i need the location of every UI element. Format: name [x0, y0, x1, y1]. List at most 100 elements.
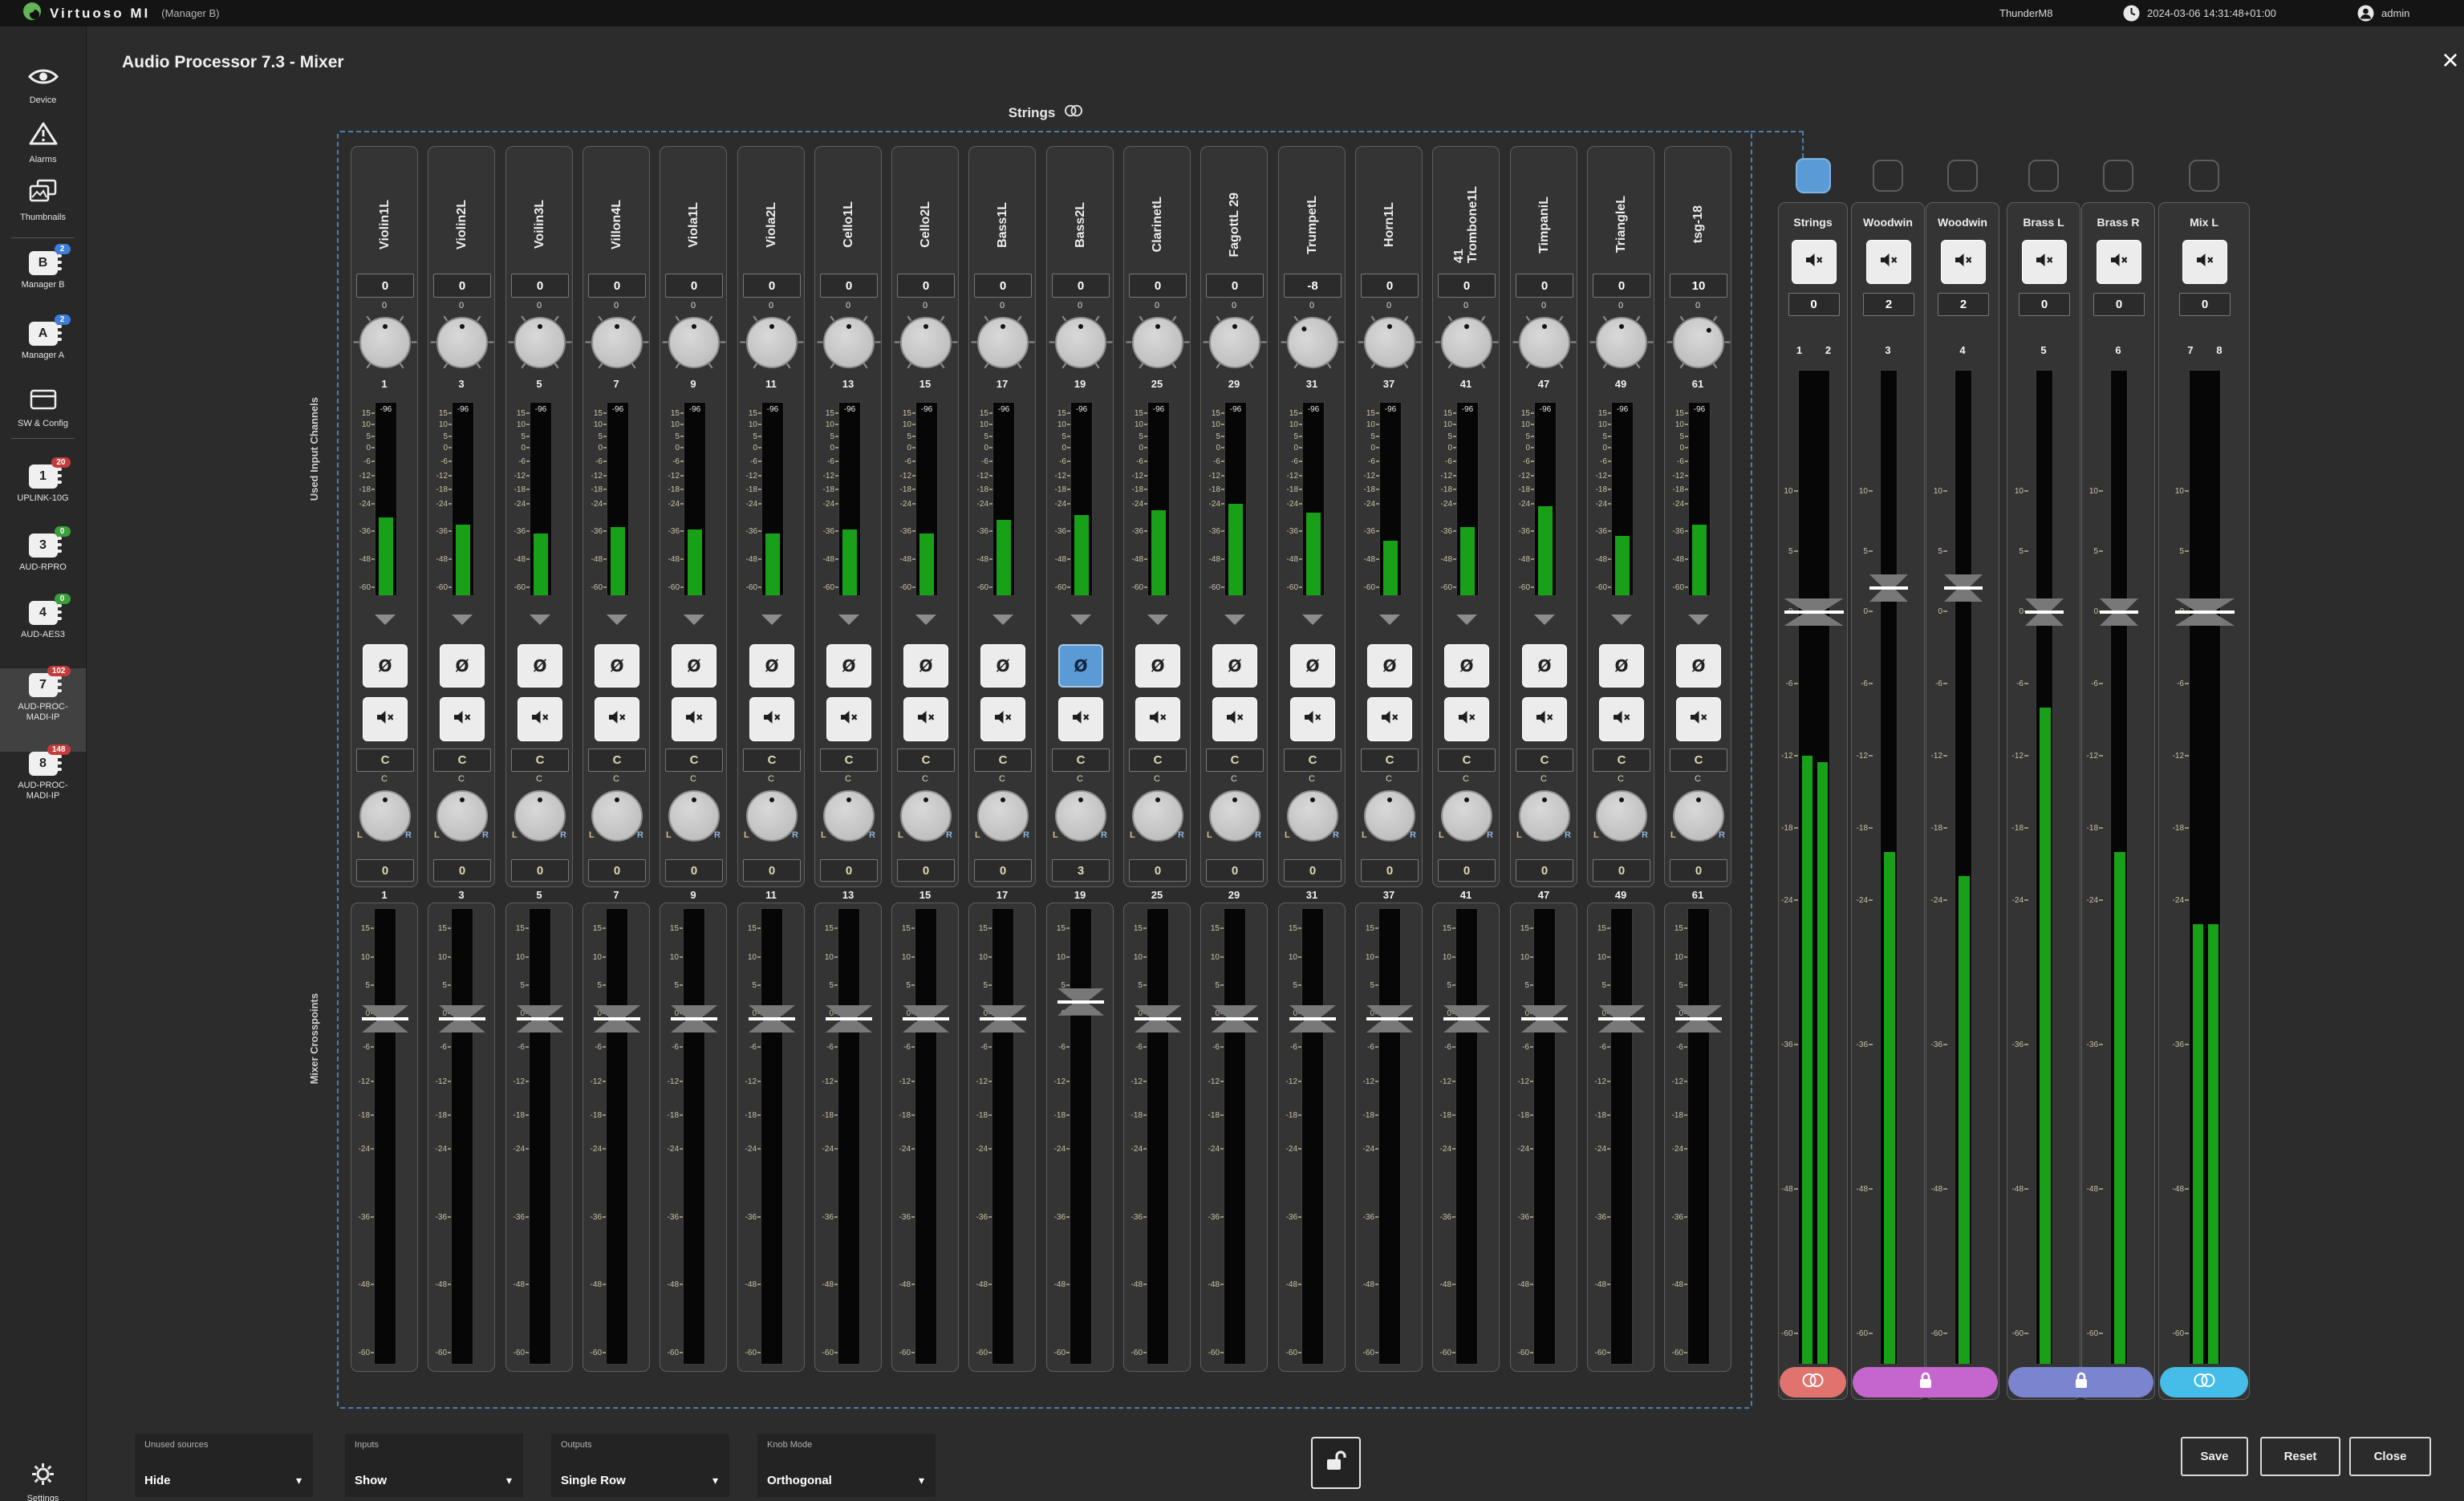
mute-button[interactable]: [1676, 697, 1721, 741]
crosspoint-gain-box[interactable]: 0: [1284, 859, 1342, 882]
gain-value-box[interactable]: 0: [588, 274, 646, 298]
mute-button[interactable]: [1135, 697, 1180, 741]
fader-track[interactable]: [992, 908, 1014, 1365]
mute-button[interactable]: [1941, 240, 1986, 284]
dropdown-unused-sources[interactable]: Unused sourcesHide▾: [135, 1434, 313, 1497]
close-icon[interactable]: ×: [2434, 45, 2464, 77]
mute-button[interactable]: [1599, 697, 1644, 741]
dropdown-outputs[interactable]: OutputsSingle Row▾: [551, 1434, 729, 1497]
fader-track[interactable]: [915, 908, 937, 1365]
crosspoint-gain-box[interactable]: 0: [1129, 859, 1187, 882]
output-group-pill-lock[interactable]: [1853, 1367, 1998, 1398]
output-gain-box[interactable]: 0: [2179, 293, 2231, 316]
fader-track[interactable]: [529, 908, 551, 1365]
output-gain-box[interactable]: 2: [1863, 293, 1914, 316]
crosspoint-gain-box[interactable]: 0: [1361, 859, 1419, 882]
dropdown-knob-mode[interactable]: Knob ModeOrthogonal▾: [757, 1434, 936, 1497]
mute-button[interactable]: [363, 697, 408, 741]
output-fader-handle[interactable]: [1869, 574, 1908, 602]
crosspoint-gain-box[interactable]: 0: [588, 859, 646, 882]
crosspoint-fader-handle[interactable]: [671, 1005, 717, 1032]
crosspoint-fader-handle[interactable]: [826, 1005, 872, 1032]
mute-button[interactable]: [1290, 697, 1335, 741]
crosspoint-fader-handle[interactable]: [1135, 1005, 1181, 1032]
crosspoint-gain-box[interactable]: 0: [743, 859, 801, 882]
mute-button[interactable]: [749, 697, 794, 741]
mute-button[interactable]: [826, 697, 871, 741]
output-fader-handle[interactable]: [2175, 598, 2235, 626]
mute-button[interactable]: [1444, 697, 1489, 741]
crosspoint-fader-handle[interactable]: [1598, 1005, 1645, 1032]
fader-track[interactable]: [606, 908, 628, 1365]
output-meter-track[interactable]: [1955, 370, 1972, 1365]
output-gain-box[interactable]: 0: [1788, 293, 1840, 316]
pan-value-box[interactable]: C: [511, 748, 569, 772]
output-fader-handle[interactable]: [1944, 574, 1983, 602]
phase-invert-button[interactable]: Ø: [595, 644, 639, 688]
fader-track[interactable]: [1070, 908, 1092, 1365]
output-meter-track[interactable]: [1798, 370, 1830, 1365]
pan-value-box[interactable]: C: [1593, 748, 1650, 772]
fader-track[interactable]: [1378, 908, 1401, 1365]
crosspoint-gain-box[interactable]: 0: [1516, 859, 1573, 882]
fader-track[interactable]: [1301, 908, 1324, 1365]
crosspoint-gain-box[interactable]: 0: [433, 859, 491, 882]
fader-track[interactable]: [683, 908, 705, 1365]
pan-value-box[interactable]: C: [1438, 748, 1496, 772]
output-select-toggle[interactable]: [2028, 160, 2059, 192]
output-group-pill-stereo[interactable]: [2160, 1367, 2248, 1398]
phase-invert-button[interactable]: Ø: [826, 644, 871, 688]
gain-value-box[interactable]: 0: [1052, 274, 1110, 298]
pan-value-box[interactable]: C: [1129, 748, 1187, 772]
gain-value-box[interactable]: -8: [1284, 274, 1342, 298]
phase-invert-button[interactable]: Ø: [1599, 644, 1644, 688]
sidebar-item-alarms[interactable]: Alarms: [0, 116, 86, 174]
fader-track[interactable]: [1147, 908, 1169, 1365]
fader-track[interactable]: [1687, 908, 1710, 1365]
lock-button[interactable]: [1311, 1437, 1361, 1489]
sidebar-item-manager-a[interactable]: A2Manager A: [0, 317, 86, 384]
output-select-toggle[interactable]: [2103, 160, 2133, 192]
gain-value-box[interactable]: 0: [1438, 274, 1496, 298]
phase-invert-button[interactable]: Ø: [1058, 644, 1103, 688]
crosspoint-fader-handle[interactable]: [1212, 1005, 1258, 1032]
gain-knob[interactable]: [972, 312, 1033, 373]
output-group-pill-lock[interactable]: [2008, 1367, 2153, 1398]
gain-knob[interactable]: [895, 312, 956, 373]
phase-invert-button[interactable]: Ø: [672, 644, 716, 688]
mute-button[interactable]: [2182, 240, 2227, 284]
gain-value-box[interactable]: 10: [1670, 274, 1727, 298]
pan-value-box[interactable]: C: [1516, 748, 1573, 772]
crosspoint-gain-box[interactable]: 0: [511, 859, 569, 882]
gain-value-box[interactable]: 0: [1361, 274, 1419, 298]
phase-invert-button[interactable]: Ø: [1522, 644, 1567, 688]
gain-value-box[interactable]: 0: [1206, 274, 1264, 298]
mute-button[interactable]: [1866, 240, 1911, 284]
sidebar-item-aud-proc-madi-ip[interactable]: 8148AUD-PROC- MADI-IP: [0, 747, 86, 830]
sidebar-item-aud-aes3[interactable]: 40AUD-AES3: [0, 596, 86, 667]
fader-track[interactable]: [374, 908, 396, 1365]
phase-invert-button[interactable]: Ø: [440, 644, 485, 688]
close-button[interactable]: Close: [2349, 1437, 2431, 1476]
output-meter-track[interactable]: [2189, 370, 2221, 1365]
fader-track[interactable]: [451, 908, 473, 1365]
gain-value-box[interactable]: 0: [897, 274, 955, 298]
gain-knob[interactable]: [432, 312, 493, 373]
phase-invert-button[interactable]: Ø: [1367, 644, 1412, 688]
gain-value-box[interactable]: 0: [433, 274, 491, 298]
crosspoint-fader-handle[interactable]: [1057, 988, 1104, 1016]
phase-invert-button[interactable]: Ø: [1290, 644, 1335, 688]
output-select-toggle[interactable]: [1947, 160, 1978, 192]
mute-button[interactable]: [2097, 240, 2141, 284]
gain-value-box[interactable]: 0: [1593, 274, 1650, 298]
crosspoint-fader-handle[interactable]: [1521, 1005, 1568, 1032]
sidebar-item-device[interactable]: Device: [0, 62, 86, 116]
sidebar-item-settings[interactable]: Settings: [0, 1463, 86, 1501]
output-select-toggle[interactable]: [1873, 160, 1903, 192]
crosspoint-gain-box[interactable]: 0: [1206, 859, 1264, 882]
crosspoint-fader-handle[interactable]: [517, 1005, 563, 1032]
mute-button[interactable]: [672, 697, 716, 741]
phase-invert-button[interactable]: Ø: [363, 644, 408, 688]
crosspoint-gain-box[interactable]: 0: [665, 859, 723, 882]
gain-value-box[interactable]: 0: [356, 274, 414, 298]
